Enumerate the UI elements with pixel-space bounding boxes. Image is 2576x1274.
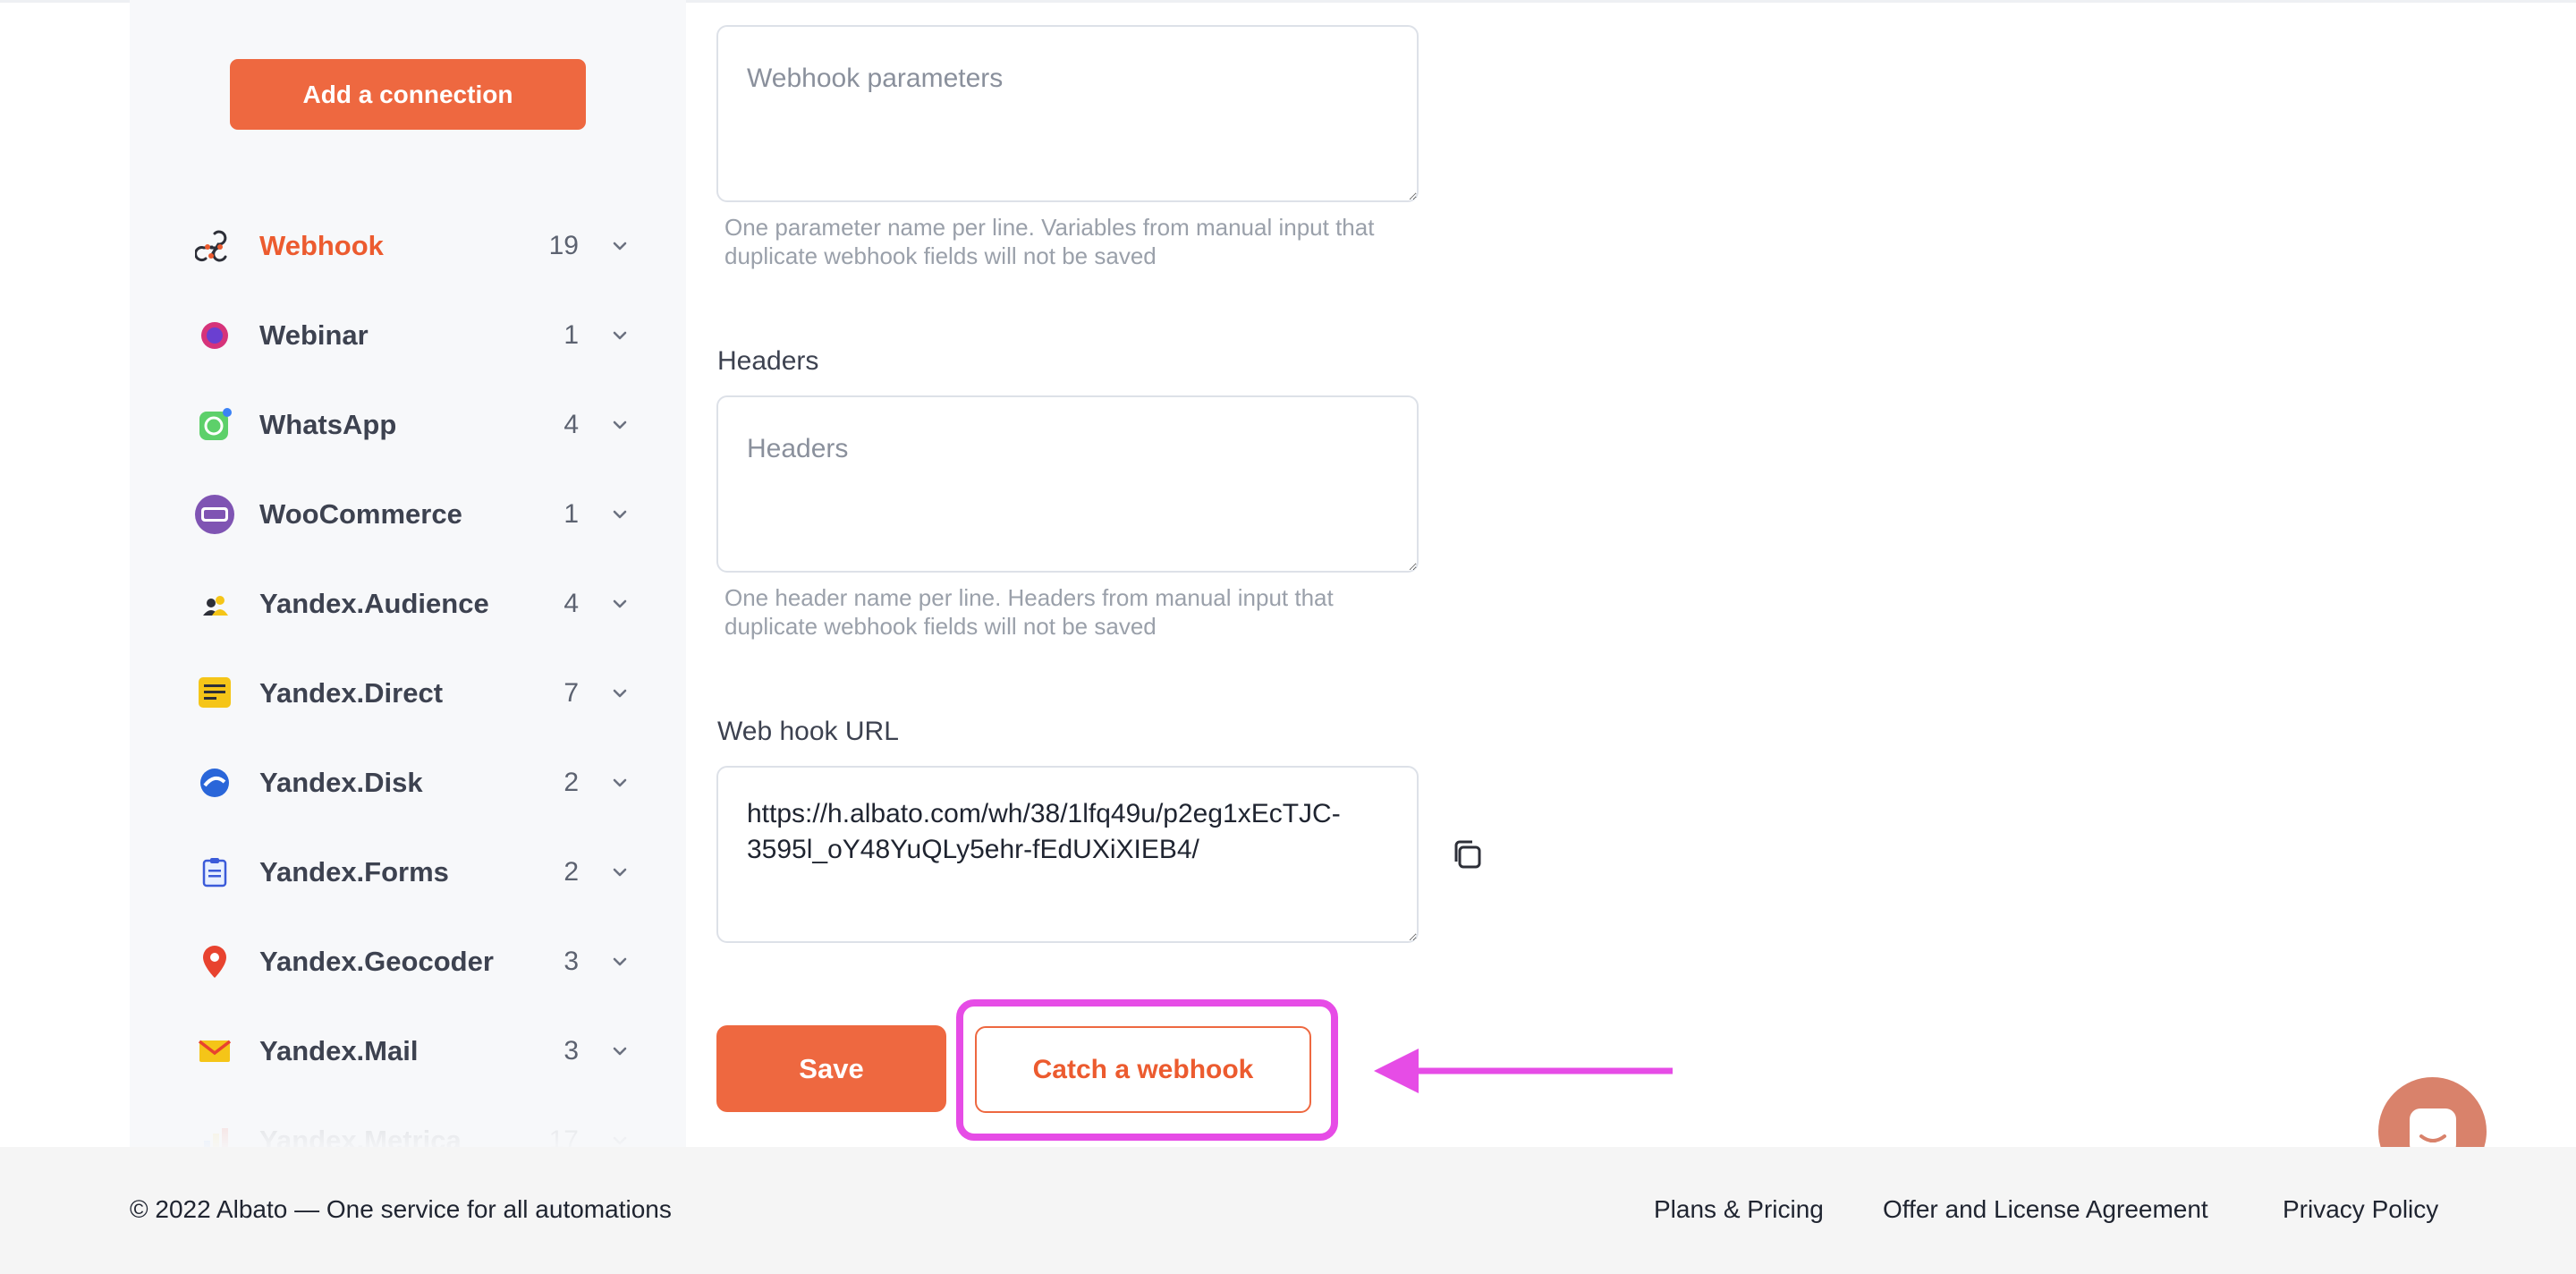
footer-copyright: © 2022 Albato — One service for all auto… <box>130 1195 672 1223</box>
save-button[interactable]: Save <box>716 1025 946 1112</box>
chevron-down-icon[interactable] <box>610 1041 630 1061</box>
yandex-audience-icon <box>194 583 235 624</box>
copy-icon[interactable] <box>1451 838 1483 871</box>
footer-link-license-agreement[interactable]: Offer and License Agreement <box>1883 1195 2208 1224</box>
sidebar-item-label: Yandex.Direct <box>259 677 444 709</box>
headers-label: Headers <box>717 346 819 376</box>
chevron-down-icon[interactable] <box>610 505 630 524</box>
chevron-down-icon[interactable] <box>610 952 630 972</box>
sidebar-item-label: Yandex.Disk <box>259 767 423 798</box>
whatsapp-icon <box>194 404 235 446</box>
chevron-down-icon[interactable] <box>610 773 630 793</box>
sidebar-item-label: WooCommerce <box>259 498 462 530</box>
sidebar-item-label: Yandex.Metrica <box>259 1125 462 1147</box>
sidebar-item-label: Yandex.Forms <box>259 856 449 888</box>
catch-webhook-button[interactable]: Catch a webhook <box>975 1026 1311 1113</box>
sidebar-item-yandex-metrica[interactable]: Yandex.Metrica 17 <box>130 1096 686 1147</box>
webhook-icon <box>194 225 235 267</box>
sidebar-item-label: WhatsApp <box>259 409 397 440</box>
sidebar-item-count: 17 <box>548 1125 579 1147</box>
sidebar-item-count: 4 <box>564 410 579 439</box>
chevron-down-icon[interactable] <box>610 326 630 345</box>
yandex-forms-icon <box>194 852 235 893</box>
connection-list: Webhook 19 Webinar 1 WhatsApp 4 WooComme… <box>130 201 686 1147</box>
sidebar-item-yandex-geocoder[interactable]: Yandex.Geocoder 3 <box>130 917 686 1006</box>
sidebar-item-whatsapp[interactable]: WhatsApp 4 <box>130 380 686 470</box>
sidebar-item-yandex-direct[interactable]: Yandex.Direct 7 <box>130 649 686 738</box>
map-pin-icon <box>194 941 235 982</box>
sidebar-item-yandex-mail[interactable]: Yandex.Mail 3 <box>130 1006 686 1096</box>
sidebar-item-count: 3 <box>564 947 579 976</box>
yandex-metrica-icon <box>194 1120 235 1147</box>
webinar-icon <box>194 315 235 356</box>
sidebar: Add a connection Webhook 19 Webinar 1 Wh… <box>130 0 686 1147</box>
sidebar-item-count: 2 <box>564 857 579 887</box>
sidebar-item-count: 1 <box>564 499 579 529</box>
headers-help-text: One header name per line. Headers from m… <box>724 584 1334 640</box>
woocommerce-icon <box>194 494 235 535</box>
annotation-arrow <box>1374 1049 1673 1093</box>
sidebar-item-label: Webhook <box>259 230 384 261</box>
sidebar-item-count: 4 <box>564 589 579 618</box>
chevron-down-icon[interactable] <box>610 236 630 256</box>
webhook-url-label: Web hook URL <box>717 717 899 746</box>
yandex-disk-icon <box>194 762 235 803</box>
sidebar-item-label: Yandex.Audience <box>259 588 489 619</box>
sidebar-item-label: Yandex.Geocoder <box>259 946 494 977</box>
sidebar-item-webhook[interactable]: Webhook 19 <box>130 201 686 291</box>
chevron-down-icon[interactable] <box>610 862 630 882</box>
add-connection-button[interactable]: Add a connection <box>230 59 586 130</box>
parameters-help-text: One parameter name per line. Variables f… <box>724 214 1375 269</box>
page: Add a connection Webhook 19 Webinar 1 Wh… <box>0 0 2576 1274</box>
sidebar-item-count: 7 <box>564 678 579 708</box>
webhook-parameters-field[interactable] <box>716 25 1419 202</box>
sidebar-item-label: Webinar <box>259 319 369 351</box>
footer-link-privacy-policy[interactable]: Privacy Policy <box>2283 1195 2438 1224</box>
sidebar-item-woocommerce[interactable]: WooCommerce 1 <box>130 470 686 559</box>
sidebar-item-count: 19 <box>548 231 579 260</box>
sidebar-item-label: Yandex.Mail <box>259 1035 419 1066</box>
sidebar-item-yandex-disk[interactable]: Yandex.Disk 2 <box>130 738 686 828</box>
sidebar-item-yandex-audience[interactable]: Yandex.Audience 4 <box>130 559 686 649</box>
sidebar-item-count: 3 <box>564 1036 579 1066</box>
envelope-icon <box>194 1031 235 1072</box>
yandex-direct-icon <box>194 673 235 714</box>
webhook-url-field[interactable]: https://h.albato.com/wh/38/1lfq49u/p2eg1… <box>716 766 1419 943</box>
headers-field[interactable] <box>716 395 1419 573</box>
footer-link-plans-pricing[interactable]: Plans & Pricing <box>1654 1195 1824 1224</box>
sidebar-item-webinar[interactable]: Webinar 1 <box>130 291 686 380</box>
sidebar-item-count: 1 <box>564 320 579 350</box>
chevron-down-icon[interactable] <box>610 415 630 435</box>
sidebar-item-count: 2 <box>564 768 579 797</box>
sidebar-item-yandex-forms[interactable]: Yandex.Forms 2 <box>130 828 686 917</box>
chevron-down-icon[interactable] <box>610 684 630 703</box>
chevron-down-icon[interactable] <box>610 594 630 614</box>
chevron-down-icon[interactable] <box>610 1131 630 1147</box>
